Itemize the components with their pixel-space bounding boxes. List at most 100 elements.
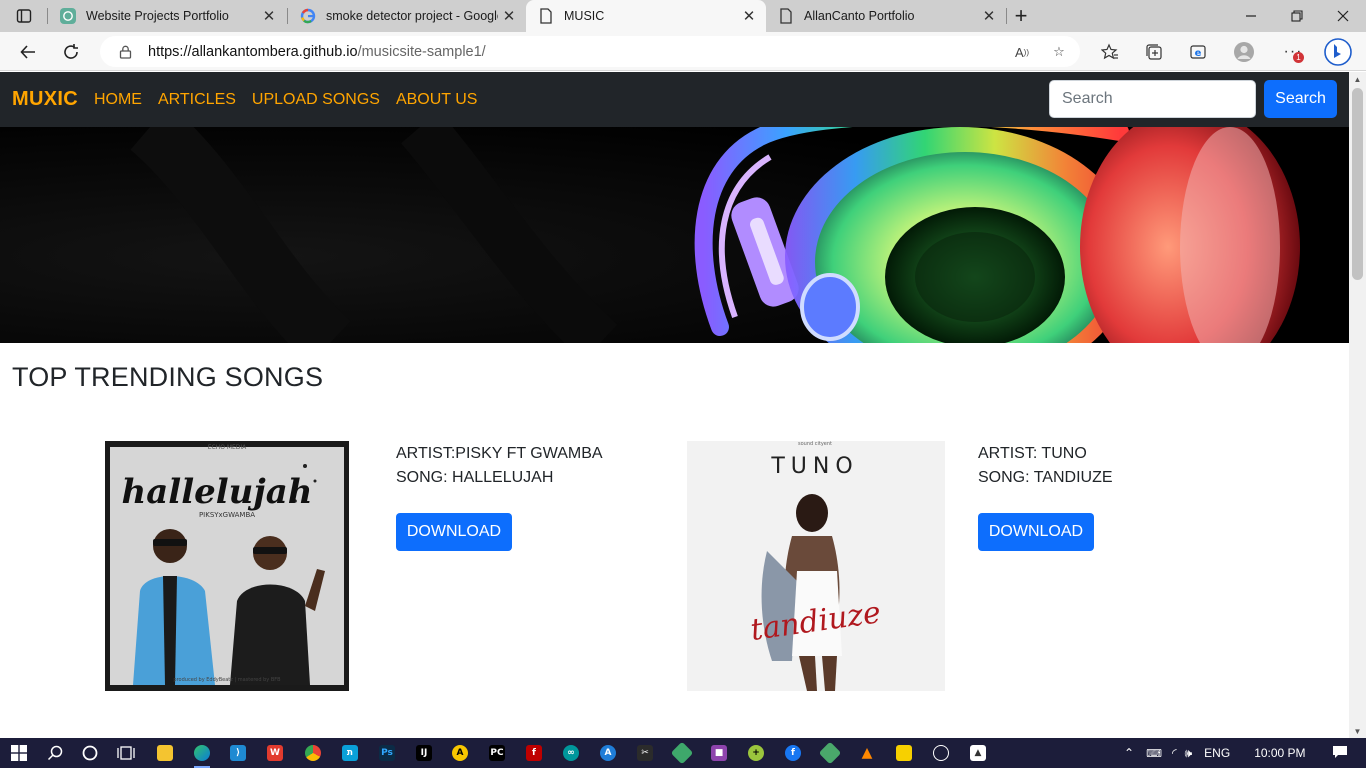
favorites-icon[interactable] xyxy=(1098,40,1122,64)
collections-icon[interactable] xyxy=(1142,40,1166,64)
tab-actions-icon[interactable] xyxy=(8,6,40,26)
chevron-up-icon[interactable]: ⌃ xyxy=(1124,746,1134,760)
cover-subtitle-text: PIKSYxGWAMBA xyxy=(199,511,255,519)
windows-taskbar: ⟩ W ת Ps IJ A PC f ∞ A ✂ ■ + f ▲ ▲ ⌃ ⌨ ◜… xyxy=(0,738,1366,768)
windows-start-icon[interactable] xyxy=(8,742,30,764)
tab-allancanto-portfolio[interactable]: AllanCanto Portfolio ✕ xyxy=(766,0,1006,32)
minimize-button[interactable] xyxy=(1228,0,1274,32)
tab-title: MUSIC xyxy=(564,9,605,23)
search-button[interactable]: Search xyxy=(1264,80,1337,118)
headphones-image xyxy=(0,127,1349,343)
nav-articles[interactable]: ARTICLES xyxy=(158,91,236,109)
sticky-notes-icon[interactable] xyxy=(893,742,915,764)
download-button-1[interactable]: DOWNLOAD xyxy=(396,513,512,551)
read-aloud-icon[interactable]: A)) xyxy=(1011,41,1033,63)
site-navbar: MUXIC HOME ARTICLES UPLOAD SONGS ABOUT U… xyxy=(0,72,1349,127)
bing-copilot-icon[interactable] xyxy=(1322,36,1354,68)
clock[interactable]: 10:00 PM xyxy=(1254,746,1305,760)
svg-text:e: e xyxy=(1195,48,1202,59)
photos-icon[interactable]: ▲ xyxy=(967,742,989,764)
app-icon-plus[interactable]: + xyxy=(745,742,767,764)
app-icon-diamond-2[interactable] xyxy=(818,741,842,765)
nav-upload-songs[interactable]: UPLOAD SONGS xyxy=(252,91,380,109)
page-viewport: MUXIC HOME ARTICLES UPLOAD SONGS ABOUT U… xyxy=(0,72,1349,738)
browser-tab-strip: Website Projects Portfolio ✕ smoke detec… xyxy=(0,0,1366,32)
arduino-icon[interactable]: ∞ xyxy=(560,742,582,764)
app-icon-diamond[interactable] xyxy=(670,741,694,765)
cover-title-text: hallelujah xyxy=(122,472,313,512)
scroll-up-icon[interactable]: ▲ xyxy=(1349,72,1366,86)
scroll-down-icon[interactable]: ▼ xyxy=(1349,724,1366,738)
nav-home[interactable]: HOME xyxy=(94,91,142,109)
photoshop-icon[interactable]: Ps xyxy=(376,742,398,764)
page-scrollbar[interactable]: ▲ ▼ xyxy=(1349,72,1366,738)
restore-button[interactable] xyxy=(1274,0,1320,32)
section-title: TOP TRENDING SONGS xyxy=(12,362,324,392)
wps-office-icon[interactable]: W xyxy=(264,742,286,764)
facebook-icon[interactable]: f xyxy=(782,742,804,764)
notification-badge: 1 xyxy=(1293,52,1304,63)
cover-top-text: sound cityent xyxy=(798,441,832,447)
add-favorite-icon[interactable]: ☆ xyxy=(1048,41,1070,63)
pycharm-icon[interactable]: PC xyxy=(486,742,508,764)
chrome-icon[interactable] xyxy=(302,742,324,764)
refresh-icon[interactable] xyxy=(56,37,86,67)
tab-separator xyxy=(1006,8,1007,24)
download-button-2[interactable]: DOWNLOAD xyxy=(978,513,1094,551)
close-tab-icon[interactable]: ✕ xyxy=(498,5,520,27)
new-tab-button[interactable]: + xyxy=(1008,3,1034,28)
edge-icon[interactable] xyxy=(191,742,213,768)
page-icon xyxy=(538,8,554,24)
nav-about-us[interactable]: ABOUT US xyxy=(396,91,478,109)
song-label: SONG: TANDIUZE xyxy=(978,469,1113,486)
lock-icon[interactable] xyxy=(118,45,132,59)
internet-explorer-mode-icon[interactable]: e xyxy=(1186,40,1210,64)
url-text: https://allankantombera.github.io/musics… xyxy=(148,43,486,60)
tab-music[interactable]: MUSIC ✕ xyxy=(526,0,766,32)
cover-title-text: TUNO xyxy=(770,454,858,479)
app-icon-tools[interactable]: ✂ xyxy=(634,742,656,764)
song-label: SONG: HALLELUJAH xyxy=(396,469,554,486)
app-store-icon[interactable]: A xyxy=(597,742,619,764)
intellij-icon[interactable]: IJ xyxy=(413,742,435,764)
app-icon-n[interactable]: ת xyxy=(339,742,361,764)
vlc-icon[interactable]: ▲ xyxy=(856,742,878,764)
task-view-icon[interactable] xyxy=(115,742,137,764)
google-icon xyxy=(300,8,316,24)
search-icon[interactable] xyxy=(44,742,66,764)
cover-footer-text: produced by EddyBeatz | mastered by BFB xyxy=(173,677,281,683)
cover-top-text: ECHO MEDIA xyxy=(208,444,247,451)
tab-website-projects[interactable]: Website Projects Portfolio ✕ xyxy=(48,0,286,32)
notification-center-icon[interactable] xyxy=(1332,745,1348,762)
page-icon xyxy=(778,8,794,24)
settings-more-icon[interactable]: ··· 1 xyxy=(1281,40,1305,64)
filezilla-icon[interactable]: f xyxy=(523,742,545,764)
cortana-icon[interactable] xyxy=(79,742,101,764)
scrollbar-thumb[interactable] xyxy=(1352,88,1363,280)
artist-label: ARTIST: TUNO xyxy=(978,445,1087,462)
profile-avatar[interactable] xyxy=(1232,40,1256,64)
wifi-icon[interactable]: ◜ xyxy=(1172,746,1177,760)
volume-icon[interactable]: 🕪 xyxy=(1185,746,1193,761)
song-info-2: ARTIST: TUNO SONG: TANDIUZE xyxy=(978,442,1113,490)
file-explorer-icon[interactable] xyxy=(154,742,176,764)
vscode-icon[interactable]: ⟩ xyxy=(227,742,249,764)
site-brand[interactable]: MUXIC xyxy=(12,88,78,111)
hero-banner xyxy=(0,127,1349,343)
back-icon[interactable] xyxy=(13,37,43,67)
app-icon-purple[interactable]: ■ xyxy=(708,742,730,764)
tab-title: Website Projects Portfolio xyxy=(86,9,229,23)
search-input[interactable] xyxy=(1049,80,1256,118)
close-tab-icon[interactable]: ✕ xyxy=(978,5,1000,27)
close-tab-icon[interactable]: ✕ xyxy=(738,5,760,27)
alarm-clock-icon[interactable] xyxy=(930,742,952,764)
chatgpt-icon xyxy=(60,8,76,24)
browser-toolbar: https://allankantombera.github.io/musics… xyxy=(0,32,1366,71)
input-method-icon[interactable]: ⌨ xyxy=(1146,747,1162,760)
address-bar[interactable]: https://allankantombera.github.io/musics… xyxy=(100,36,1080,67)
close-window-button[interactable] xyxy=(1320,0,1366,32)
tab-smoke-detector[interactable]: smoke detector project - Google ✕ xyxy=(288,0,526,32)
language-indicator[interactable]: ENG xyxy=(1204,746,1230,760)
app-icon-a[interactable]: A xyxy=(449,742,471,764)
close-tab-icon[interactable]: ✕ xyxy=(258,5,280,27)
